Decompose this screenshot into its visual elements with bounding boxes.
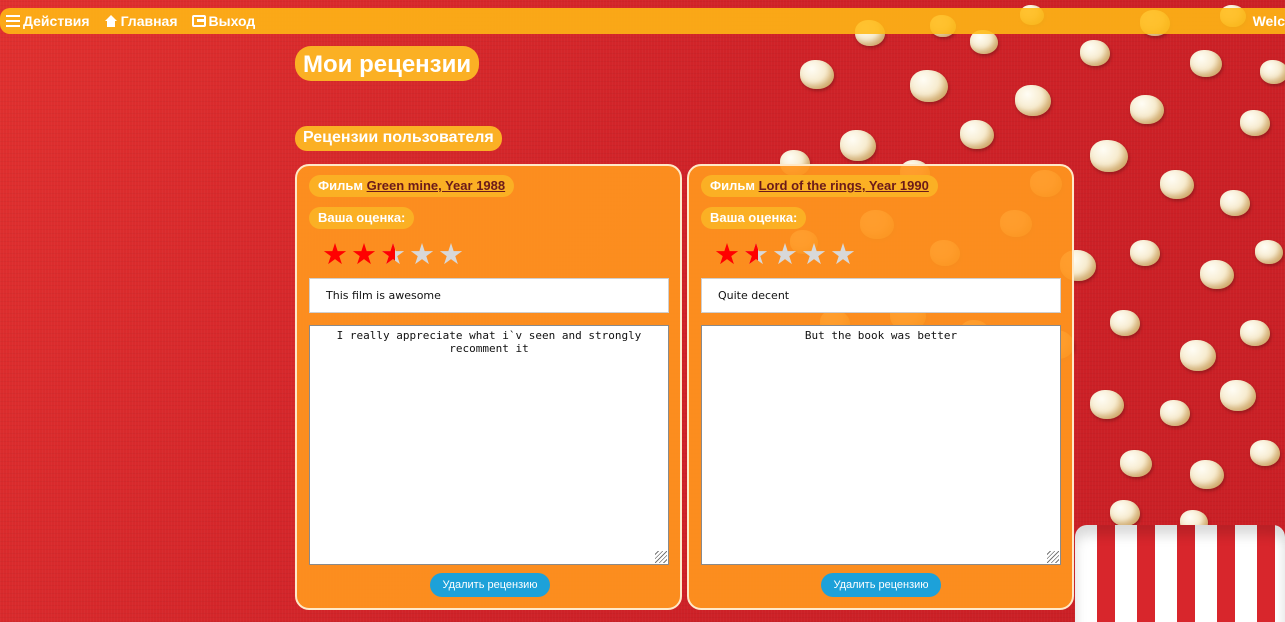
- star-rating[interactable]: ★ ★ ★ ★ ★: [714, 239, 859, 271]
- popcorn-kernel-image: [1080, 40, 1110, 66]
- popcorn-kernel-image: [1180, 340, 1216, 371]
- popcorn-kernel-image: [840, 130, 876, 161]
- nav-actions-label: Действия: [23, 13, 90, 29]
- resize-handle-icon[interactable]: [1047, 551, 1059, 563]
- star-icon[interactable]: ★: [830, 239, 859, 271]
- review-card: Фильм Green mine, Year 1988 Ваша оценка:…: [295, 164, 682, 610]
- nav-actions-menu[interactable]: Действия: [6, 13, 90, 29]
- popcorn-bucket-image: [1075, 525, 1285, 622]
- popcorn-kernel-image: [1110, 310, 1140, 336]
- popcorn-kernel-image: [1220, 190, 1250, 216]
- star-icon[interactable]: ★: [714, 239, 743, 271]
- popcorn-kernel-image: [1160, 400, 1190, 426]
- menu-icon: [6, 15, 20, 27]
- popcorn-kernel-image: [1200, 260, 1234, 289]
- popcorn-kernel-image: [1260, 60, 1285, 84]
- review-title-input[interactable]: Quite decent: [701, 278, 1061, 313]
- resize-handle-icon[interactable]: [655, 551, 667, 563]
- popcorn-kernel-image: [1255, 240, 1283, 264]
- delete-review-button[interactable]: Удалить рецензию: [821, 573, 941, 597]
- popcorn-kernel-image: [1190, 50, 1222, 77]
- popcorn-kernel-image: [800, 60, 834, 89]
- top-navigation-bar: Действия Главная Выход Welc: [0, 8, 1285, 34]
- popcorn-kernel-image: [1110, 500, 1140, 526]
- nav-home-label: Главная: [120, 13, 178, 29]
- nav-logout-label: Выход: [208, 13, 256, 29]
- star-icon[interactable]: ★: [351, 239, 380, 271]
- popcorn-kernel-image: [1190, 460, 1224, 489]
- film-badge: Фильм Lord of the rings, Year 1990: [701, 175, 938, 197]
- star-icon[interactable]: ★: [801, 239, 830, 271]
- review-body-text: I really appreciate what i`v seen and st…: [336, 329, 642, 355]
- star-icon[interactable]: ★: [322, 239, 351, 271]
- star-rating[interactable]: ★ ★ ★ ★ ★: [322, 239, 467, 271]
- home-icon: [104, 15, 118, 27]
- star-icon[interactable]: ★: [438, 239, 467, 271]
- popcorn-kernel-image: [1015, 85, 1051, 116]
- popcorn-kernel-image: [1240, 320, 1270, 346]
- film-link[interactable]: Lord of the rings, Year 1990: [759, 178, 929, 193]
- popcorn-kernel-image: [1220, 380, 1256, 411]
- popcorn-kernel-image: [1090, 390, 1124, 419]
- review-title-input[interactable]: This film is awesome: [309, 278, 669, 313]
- star-icon[interactable]: ★: [743, 239, 772, 271]
- popcorn-kernel-image: [1160, 170, 1194, 199]
- logout-icon: [191, 15, 206, 27]
- film-link[interactable]: Green mine, Year 1988: [367, 178, 506, 193]
- rating-label: Ваша оценка:: [309, 207, 415, 229]
- film-badge: Фильм Green mine, Year 1988: [309, 175, 515, 197]
- star-icon[interactable]: ★: [772, 239, 801, 271]
- review-card: Фильм Lord of the rings, Year 1990 Ваша …: [687, 164, 1074, 610]
- star-icon[interactable]: ★: [409, 239, 438, 271]
- nav-home-link[interactable]: Главная: [104, 13, 178, 29]
- popcorn-kernel-image: [1250, 440, 1280, 466]
- nav-logout-link[interactable]: Выход: [191, 13, 256, 29]
- page-title: Мои рецензии: [295, 46, 480, 81]
- popcorn-kernel-image: [910, 70, 948, 102]
- popcorn-kernel-image: [1240, 110, 1270, 136]
- review-body-textarea[interactable]: But the book was better: [701, 325, 1061, 565]
- delete-review-button[interactable]: Удалить рецензию: [430, 573, 550, 597]
- popcorn-kernel-image: [1120, 450, 1152, 477]
- film-prefix: Фильм: [710, 178, 755, 193]
- popcorn-kernel-image: [960, 120, 994, 149]
- popcorn-kernel-image: [1130, 240, 1160, 266]
- rating-label: Ваша оценка:: [701, 207, 807, 229]
- film-prefix: Фильм: [318, 178, 363, 193]
- star-icon[interactable]: ★: [380, 239, 409, 271]
- popcorn-kernel-image: [1130, 95, 1164, 124]
- review-body-textarea[interactable]: I really appreciate what i`v seen and st…: [309, 325, 669, 565]
- section-title: Рецензии пользователя: [295, 126, 502, 151]
- welcome-text: Welc: [1252, 13, 1285, 29]
- review-body-text: But the book was better: [804, 329, 958, 342]
- popcorn-kernel-image: [1090, 140, 1128, 172]
